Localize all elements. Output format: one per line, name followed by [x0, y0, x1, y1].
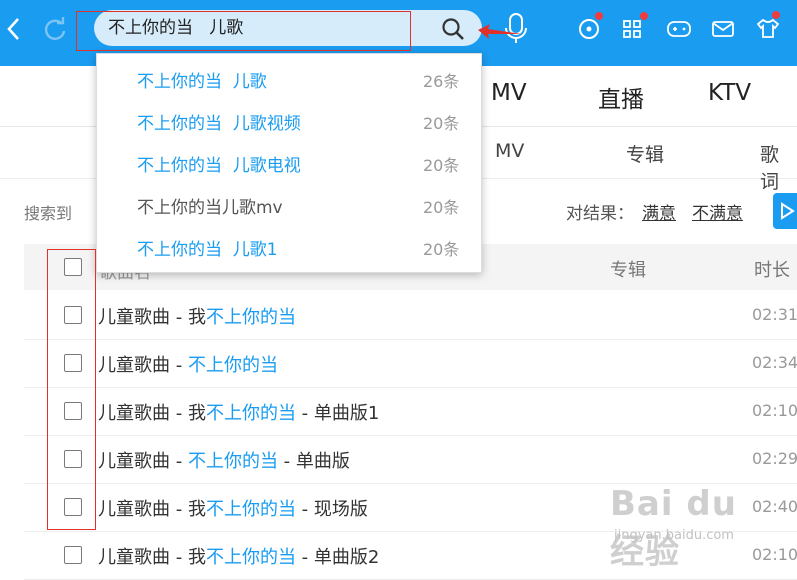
suggestion-count: 20条: [423, 114, 460, 133]
song-title[interactable]: 儿童歌曲 - 我不上你的当 - 现场版: [98, 495, 368, 521]
table-row[interactable]: 儿童歌曲 - 我不上你的当 02:31: [24, 291, 797, 340]
tab-live[interactable]: 直播: [598, 80, 644, 114]
satisfied-link[interactable]: 满意: [642, 204, 676, 224]
suggestion-item[interactable]: 不上你的当 儿歌电视 20条: [97, 143, 481, 183]
unsatisfied-link[interactable]: 不满意: [692, 204, 743, 224]
suggestion-text: 不上你的当 儿歌1: [137, 240, 278, 260]
tab-ktv[interactable]: KTV: [708, 80, 751, 106]
refresh-icon[interactable]: [40, 14, 70, 44]
song-duration: 02:10: [752, 401, 797, 420]
suggestion-count: 20条: [423, 198, 460, 217]
song-duration: 02:34: [752, 353, 797, 372]
suggestion-item[interactable]: 不上你的当 儿歌视频 20条: [97, 101, 481, 141]
suggestion-count: 20条: [423, 240, 460, 259]
suggestion-item[interactable]: 不上你的当儿歌mv 20条: [97, 185, 481, 225]
watermark-url: jingyan.baidu.com: [614, 528, 734, 543]
search-suggestion-dropdown: 不上你的当 儿歌 26条 不上你的当 儿歌视频 20条 不上你的当 儿歌电视 2…: [96, 53, 482, 273]
tab-mv[interactable]: MV: [491, 80, 527, 106]
back-icon[interactable]: [2, 14, 26, 44]
song-title[interactable]: 儿童歌曲 - 不上你的当: [98, 351, 278, 377]
suggestion-count: 26条: [423, 72, 460, 91]
song-title[interactable]: 儿童歌曲 - 不上你的当 - 单曲版: [98, 447, 350, 473]
table-row[interactable]: 儿童歌曲 - 我不上你的当 - 单曲版1 02:10: [24, 387, 797, 436]
apps-grid-icon[interactable]: [620, 12, 648, 43]
search-icon[interactable]: [440, 16, 466, 42]
mail-icon[interactable]: [709, 13, 737, 43]
watermark: Bai du 经验 jingyan.baidu.com: [610, 478, 780, 572]
feedback-bar: 对结果： 满意 不满意: [566, 199, 743, 224]
play-all-button[interactable]: [773, 193, 797, 229]
feedback-label: 对结果：: [566, 204, 634, 224]
annotation-checkbox-column-highlight: [47, 249, 96, 530]
subtab-lyrics[interactable]: 歌词: [760, 140, 797, 194]
table-row[interactable]: 儿童歌曲 - 不上你的当 02:34: [24, 339, 797, 388]
table-row[interactable]: 儿童歌曲 - 不上你的当 - 单曲版 02:29: [24, 435, 797, 484]
suggestion-text: 不上你的当 儿歌电视: [137, 156, 301, 176]
song-title[interactable]: 儿童歌曲 - 我不上你的当 - 单曲版2: [98, 543, 379, 569]
suggestion-text: 不上你的当 儿歌: [137, 72, 267, 92]
suggestion-count: 20条: [423, 156, 460, 175]
notification-dot: [772, 11, 780, 19]
notification-dot: [595, 12, 603, 20]
suggestion-text: 不上你的当 儿歌视频: [137, 114, 301, 134]
row-checkbox[interactable]: [64, 546, 82, 564]
annotation-search-box-highlight: [76, 11, 411, 51]
searched-label: 搜索到: [24, 204, 73, 223]
music-disc-icon[interactable]: [576, 12, 604, 43]
song-duration: 02:31: [752, 305, 797, 324]
song-title[interactable]: 儿童歌曲 - 我不上你的当 - 单曲版1: [98, 399, 379, 425]
notification-dot: [640, 12, 648, 20]
suggestion-item[interactable]: 不上你的当 儿歌1 20条: [97, 227, 481, 267]
gamepad-icon[interactable]: [665, 13, 693, 43]
subtab-album[interactable]: 专辑: [626, 140, 664, 167]
annotation-arrow: [476, 24, 526, 44]
column-album: 专辑: [610, 260, 646, 281]
suggestion-item[interactable]: 不上你的当 儿歌 26条: [97, 59, 481, 99]
song-duration: 02:29: [752, 449, 797, 468]
song-title[interactable]: 儿童歌曲 - 我不上你的当: [98, 303, 296, 329]
suggestion-text: 不上你的当儿歌mv: [137, 198, 283, 218]
column-duration: 时长: [754, 260, 790, 281]
subtab-mv[interactable]: MV: [495, 140, 524, 162]
skin-shirt-icon[interactable]: [754, 11, 782, 43]
